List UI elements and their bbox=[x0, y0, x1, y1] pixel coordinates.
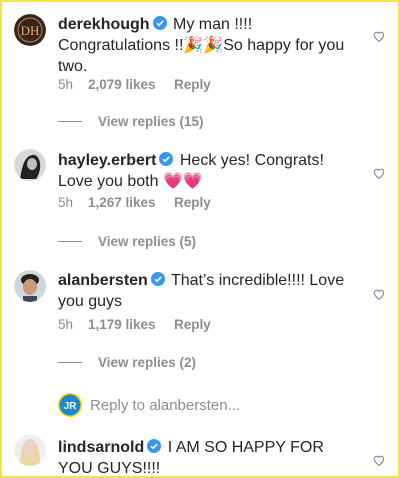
like-heart-icon[interactable] bbox=[372, 287, 386, 301]
comment-body: alanbersten That’s incredible!!!! Love y… bbox=[58, 270, 358, 312]
verified-badge-icon bbox=[147, 439, 162, 453]
reply-input-row[interactable]: JR Reply to alanbersten... bbox=[58, 393, 240, 417]
view-replies-label: View replies (5) bbox=[98, 234, 197, 249]
username[interactable]: hayley.erbert bbox=[58, 152, 156, 169]
verified-badge-icon bbox=[152, 16, 167, 30]
comment-time: 5h bbox=[58, 195, 74, 210]
view-replies-button[interactable]: View replies (15) bbox=[58, 114, 204, 129]
comment-body: derekhough My man !!!! Congratulations !… bbox=[58, 14, 358, 77]
likes-count[interactable]: 1,267 likes bbox=[88, 195, 174, 210]
view-replies-label: View replies (15) bbox=[98, 114, 204, 129]
username[interactable]: lindsarnold bbox=[58, 439, 144, 456]
divider-line bbox=[58, 121, 82, 122]
like-heart-icon[interactable] bbox=[372, 453, 386, 467]
comment-body: lindsarnold I AM SO HAPPY FOR YOU GUYS!!… bbox=[58, 437, 358, 478]
avatar-lindsarnold[interactable] bbox=[14, 434, 46, 466]
divider-line bbox=[58, 362, 82, 363]
own-avatar-icon: JR bbox=[58, 393, 82, 417]
verified-badge-icon bbox=[150, 272, 165, 286]
reply-input-placeholder[interactable]: Reply to alanbersten... bbox=[90, 397, 240, 414]
reply-button[interactable]: Reply bbox=[174, 195, 211, 210]
comment-meta: 5h 1,179 likes Reply bbox=[58, 317, 211, 332]
view-replies-label: View replies (2) bbox=[98, 355, 197, 370]
avatar-alanbersten[interactable] bbox=[14, 270, 46, 302]
avatar-derekhough[interactable]: DH bbox=[14, 14, 46, 46]
view-replies-button[interactable]: View replies (2) bbox=[58, 355, 196, 370]
comment-body: hayley.erbert Heck yes! Congrats! Love y… bbox=[58, 150, 358, 192]
like-heart-icon[interactable] bbox=[372, 166, 386, 180]
avatar-hayley-erbert[interactable] bbox=[14, 149, 46, 181]
like-heart-icon[interactable] bbox=[372, 29, 386, 43]
likes-count[interactable]: 2,079 likes bbox=[88, 77, 174, 92]
comment-meta: 5h 2,079 likes Reply bbox=[58, 77, 211, 92]
svg-text:JR: JR bbox=[64, 401, 78, 412]
likes-count[interactable]: 1,179 likes bbox=[88, 317, 174, 332]
svg-text:DH: DH bbox=[21, 23, 40, 38]
username[interactable]: derekhough bbox=[58, 16, 150, 33]
divider-line bbox=[58, 241, 82, 242]
comment-meta: 5h 1,267 likes Reply bbox=[58, 195, 211, 210]
username[interactable]: alanbersten bbox=[58, 272, 148, 289]
comment-time: 5h bbox=[58, 317, 74, 332]
verified-badge-icon bbox=[159, 152, 174, 166]
reply-button[interactable]: Reply bbox=[174, 317, 211, 332]
reply-button[interactable]: Reply bbox=[174, 77, 211, 92]
view-replies-button[interactable]: View replies (5) bbox=[58, 234, 196, 249]
comment-time: 5h bbox=[58, 77, 74, 92]
